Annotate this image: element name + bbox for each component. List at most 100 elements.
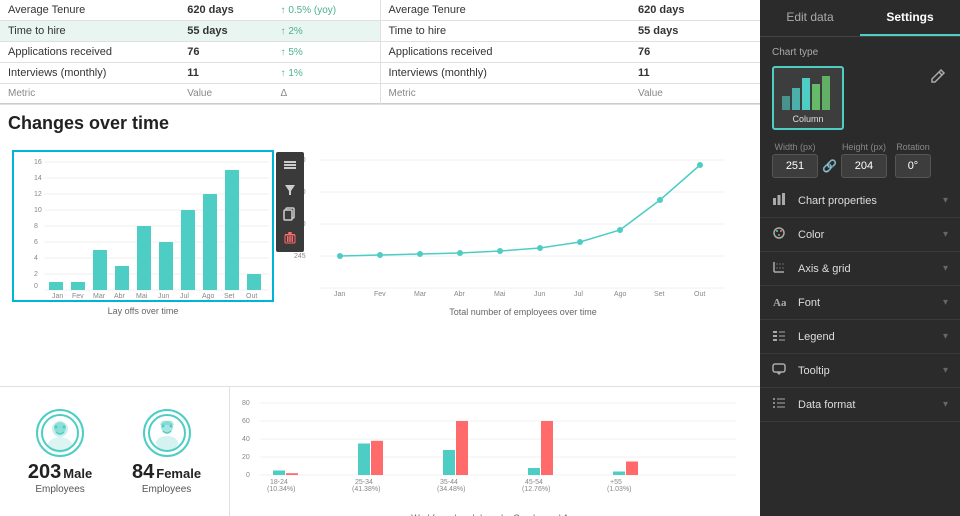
panel-tabs: Edit data Settings — [760, 0, 960, 37]
svg-text:40: 40 — [242, 436, 250, 443]
svg-text:Jun: Jun — [158, 293, 169, 300]
rotation-input[interactable] — [895, 154, 931, 178]
height-label: Height (px) — [842, 142, 886, 152]
tab-edit-data[interactable]: Edit data — [760, 0, 860, 36]
svg-text:20: 20 — [242, 454, 250, 461]
svg-text:18-24: 18-24 — [270, 479, 288, 486]
chart-type-column-label: Column — [792, 114, 823, 124]
toolbar-filter-btn[interactable] — [278, 178, 302, 202]
chevron-down-icon: ▾ — [943, 399, 948, 410]
table-row: Average Tenure 620 days — [381, 0, 761, 21]
svg-text:Mar: Mar — [93, 293, 106, 300]
svg-text:Aa: Aa — [773, 297, 786, 308]
svg-text:245: 245 — [294, 253, 306, 260]
employees-chart-label: Total number of employees over time — [286, 305, 760, 319]
width-label: Width (px) — [774, 142, 815, 152]
svg-text:Out: Out — [694, 291, 705, 298]
metrics-table-left: Average Tenure 620 days ↑ 0.5% (yoy) Tim… — [0, 0, 380, 104]
svg-text:10: 10 — [34, 207, 42, 214]
table-row: Time to hire 55 days ↑ 2% — [0, 21, 380, 42]
property-color[interactable]: Color ▾ — [760, 218, 960, 252]
property-data-format[interactable]: Data format ▾ — [760, 388, 960, 422]
property-axis-grid[interactable]: Axis & grid ▾ — [760, 252, 960, 286]
chevron-down-icon: ▾ — [943, 195, 948, 206]
axis-grid-label: Axis & grid — [798, 263, 943, 275]
toolbar-layers-btn[interactable] — [278, 154, 302, 178]
format-icon — [772, 396, 790, 413]
property-font[interactable]: Aa Font ▾ — [760, 286, 960, 320]
svg-text:Jan: Jan — [52, 293, 63, 300]
svg-text:(41.38%): (41.38%) — [352, 486, 380, 493]
font-icon: Aa — [772, 294, 790, 311]
svg-text:Out: Out — [246, 293, 257, 300]
dimensions-row: Width (px) 🔗 Height (px) Rotation — [760, 136, 960, 184]
property-legend[interactable]: Legend ▾ — [760, 320, 960, 354]
svg-text:8: 8 — [34, 223, 38, 230]
color-label: Color — [798, 229, 943, 241]
bar-chart-icon — [772, 192, 790, 209]
changes-over-time-title: Changes over time — [0, 105, 760, 138]
tooltip-label: Tooltip — [798, 365, 943, 377]
tooltip-icon — [772, 362, 790, 379]
table-row: Applications received 76 — [381, 42, 761, 63]
charts-section: 16 14 12 10 8 6 4 2 0 — [0, 138, 760, 386]
svg-text:Fev: Fev — [72, 293, 84, 300]
svg-text:60: 60 — [242, 418, 250, 425]
dashboard-panel: Average Tenure 620 days ↑ 0.5% (yoy) Tim… — [0, 0, 760, 516]
chart-type-grid: Column — [772, 66, 948, 130]
data-format-label: Data format — [798, 399, 943, 411]
chevron-down-icon: ▾ — [943, 263, 948, 274]
svg-text:Ago: Ago — [202, 293, 215, 300]
height-input[interactable] — [841, 154, 887, 178]
height-group: Height (px) — [841, 142, 887, 178]
legend-icon — [772, 328, 790, 345]
chart-type-edit-btn[interactable] — [928, 66, 948, 89]
properties-list: Chart properties ▾ Color ▾ Axis & grid ▾… — [760, 184, 960, 516]
male-label: Male — [63, 466, 92, 481]
svg-text:14: 14 — [34, 175, 42, 182]
toolbar-copy-btn[interactable] — [278, 202, 302, 226]
rotation-label: Rotation — [896, 142, 930, 152]
layoffs-bar-chart: 16 14 12 10 8 6 4 2 0 — [14, 152, 272, 300]
svg-text:35-44: 35-44 — [440, 479, 458, 486]
female-label: Female — [156, 466, 201, 481]
female-sublabel: Employees — [142, 484, 191, 495]
svg-text:+55: +55 — [610, 479, 622, 486]
width-group: Width (px) — [772, 142, 818, 178]
chevron-down-icon: ▾ — [943, 331, 948, 342]
metrics-col-right: Average Tenure 620 days Time to hire 55 … — [381, 0, 761, 104]
svg-text:80: 80 — [242, 400, 250, 407]
svg-text:(12.76%): (12.76%) — [522, 486, 550, 493]
svg-text:Jul: Jul — [574, 291, 583, 298]
svg-text:25-34: 25-34 — [355, 479, 373, 486]
property-chart-properties[interactable]: Chart properties ▾ — [760, 184, 960, 218]
metrics-section: Average Tenure 620 days ↑ 0.5% (yoy) Tim… — [0, 0, 760, 105]
employee-stats: 203 Male Employees — [0, 387, 230, 516]
font-label: Font — [798, 297, 943, 309]
svg-text:Abr: Abr — [454, 291, 466, 298]
svg-text:Set: Set — [224, 293, 235, 300]
chart-type-column-thumb[interactable]: Column — [772, 66, 844, 130]
table-row: Time to hire 55 days — [381, 21, 761, 42]
svg-text:0: 0 — [246, 472, 250, 479]
property-tooltip[interactable]: Tooltip ▾ — [760, 354, 960, 388]
table-row: Applications received 76 ↑ 5% — [0, 42, 380, 63]
svg-text:12: 12 — [34, 191, 42, 198]
axis-icon — [772, 260, 790, 277]
svg-text:Jan: Jan — [334, 291, 345, 298]
svg-text:45-54: 45-54 — [525, 479, 543, 486]
male-sublabel: Employees — [35, 484, 84, 495]
age-breakdown-container: 80 60 40 20 0 — [230, 387, 760, 516]
bottom-section: 203 Male Employees — [0, 386, 760, 516]
svg-text:(10.34%): (10.34%) — [267, 486, 295, 493]
link-icon: 🔗 — [822, 159, 837, 173]
settings-panel: Edit data Settings Chart type Column — [760, 0, 960, 516]
layoffs-chart-container: 16 14 12 10 8 6 4 2 0 — [8, 146, 278, 386]
tab-settings[interactable]: Settings — [860, 0, 960, 36]
width-input[interactable] — [772, 154, 818, 178]
svg-text:Ago: Ago — [614, 291, 627, 298]
toolbar-delete-btn[interactable] — [278, 226, 302, 250]
metrics-col-left: Average Tenure 620 days ↑ 0.5% (yoy) Tim… — [0, 0, 381, 104]
chart-toolbar — [276, 152, 304, 252]
svg-text:4: 4 — [34, 255, 38, 262]
